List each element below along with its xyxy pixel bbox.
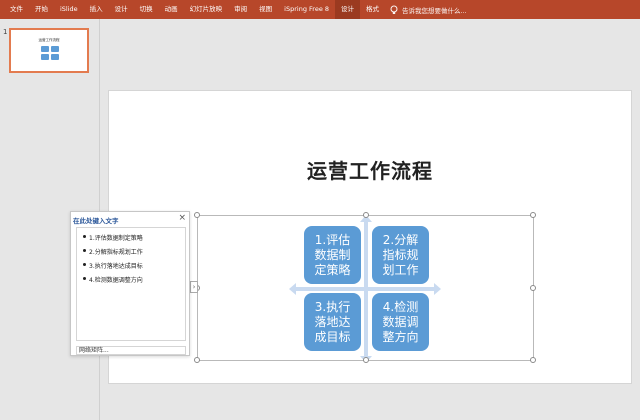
tell-me-text: 告诉我您想要做什么... bbox=[402, 6, 467, 15]
tab-slideshow[interactable]: 幻灯片放映 bbox=[184, 0, 229, 19]
tab-review[interactable]: 审阅 bbox=[228, 0, 253, 19]
thumbnail-box bbox=[41, 54, 49, 60]
text-pane-item[interactable]: 2.分解指标规划工作 bbox=[83, 247, 143, 256]
thumbnail-box bbox=[51, 46, 59, 52]
smartart-text-pane: 在此处键入文字 × 1.评估数据制定策略 2.分解指标规划工作 3.执行落地达成… bbox=[70, 211, 190, 356]
thumbnail-box bbox=[51, 54, 59, 60]
text-pane-list[interactable]: 1.评估数据制定策略 2.分解指标规划工作 3.执行落地达成目标 4.检测数据调… bbox=[76, 227, 186, 341]
vertical-double-arrow bbox=[360, 215, 372, 363]
text-pane-item[interactable]: 1.评估数据制定策略 bbox=[83, 233, 143, 242]
slide-title[interactable]: 运营工作流程 bbox=[109, 155, 631, 184]
tab-design[interactable]: 设计 bbox=[109, 0, 134, 19]
smartart-frame[interactable]: 1.评估数据制定策略 2.分解指标规划工作 3.执行落地达成目标 4.检测数据调… bbox=[194, 212, 536, 363]
tab-home[interactable]: 开始 bbox=[29, 0, 54, 19]
tab-islide[interactable]: iSlide bbox=[54, 0, 84, 19]
resize-handle-bottom[interactable] bbox=[363, 357, 369, 363]
thumbnail-slide-number: 1 bbox=[3, 28, 8, 36]
tab-transitions[interactable]: 切换 bbox=[134, 0, 159, 19]
smartart-box-1[interactable]: 1.评估数据制定策略 bbox=[304, 226, 361, 284]
tell-me-search[interactable]: 告诉我您想要做什么... bbox=[389, 5, 467, 15]
smartart-box-3[interactable]: 3.执行落地达成目标 bbox=[304, 293, 361, 351]
lightbulb-icon bbox=[390, 5, 398, 14]
tab-ispring[interactable]: iSpring Free 8 bbox=[278, 0, 335, 19]
chevron-right-icon: › bbox=[192, 283, 196, 291]
resize-handle-top-left[interactable] bbox=[194, 212, 200, 218]
tab-format[interactable]: 格式 bbox=[360, 0, 385, 19]
resize-handle-top[interactable] bbox=[363, 212, 369, 218]
resize-handle-bottom-left[interactable] bbox=[194, 357, 200, 363]
close-icon[interactable]: × bbox=[178, 213, 186, 223]
text-pane-footer[interactable]: 网络矩阵... bbox=[76, 346, 186, 355]
resize-handle-right[interactable] bbox=[530, 285, 536, 291]
smartart-box-2[interactable]: 2.分解指标规划工作 bbox=[372, 226, 429, 284]
resize-handle-top-right[interactable] bbox=[530, 212, 536, 218]
text-pane-item[interactable]: 4.检测数据调整方向 bbox=[83, 275, 143, 284]
tab-smartart-design[interactable]: 设计 bbox=[335, 0, 361, 19]
tab-insert[interactable]: 插入 bbox=[84, 0, 109, 19]
text-pane-title: 在此处键入文字 bbox=[73, 217, 119, 225]
tab-animations[interactable]: 动画 bbox=[159, 0, 184, 19]
slide-thumbnail-1[interactable]: 运营工作流程 bbox=[9, 28, 89, 73]
text-pane-toggle[interactable]: › bbox=[190, 281, 198, 293]
resize-handle-bottom-right[interactable] bbox=[530, 357, 536, 363]
thumbnail-title: 运营工作流程 bbox=[38, 38, 60, 42]
tab-file[interactable]: 文件 bbox=[4, 0, 29, 19]
tab-view[interactable]: 视图 bbox=[253, 0, 278, 19]
thumbnail-box bbox=[41, 46, 49, 52]
smartart-box-4[interactable]: 4.检测数据调整方向 bbox=[372, 293, 429, 351]
text-pane-item[interactable]: 3.执行落地达成目标 bbox=[83, 261, 143, 270]
ribbon-tab-bar: 文件 开始 iSlide 插入 设计 切换 动画 幻灯片放映 审阅 视图 iSp… bbox=[0, 0, 640, 19]
